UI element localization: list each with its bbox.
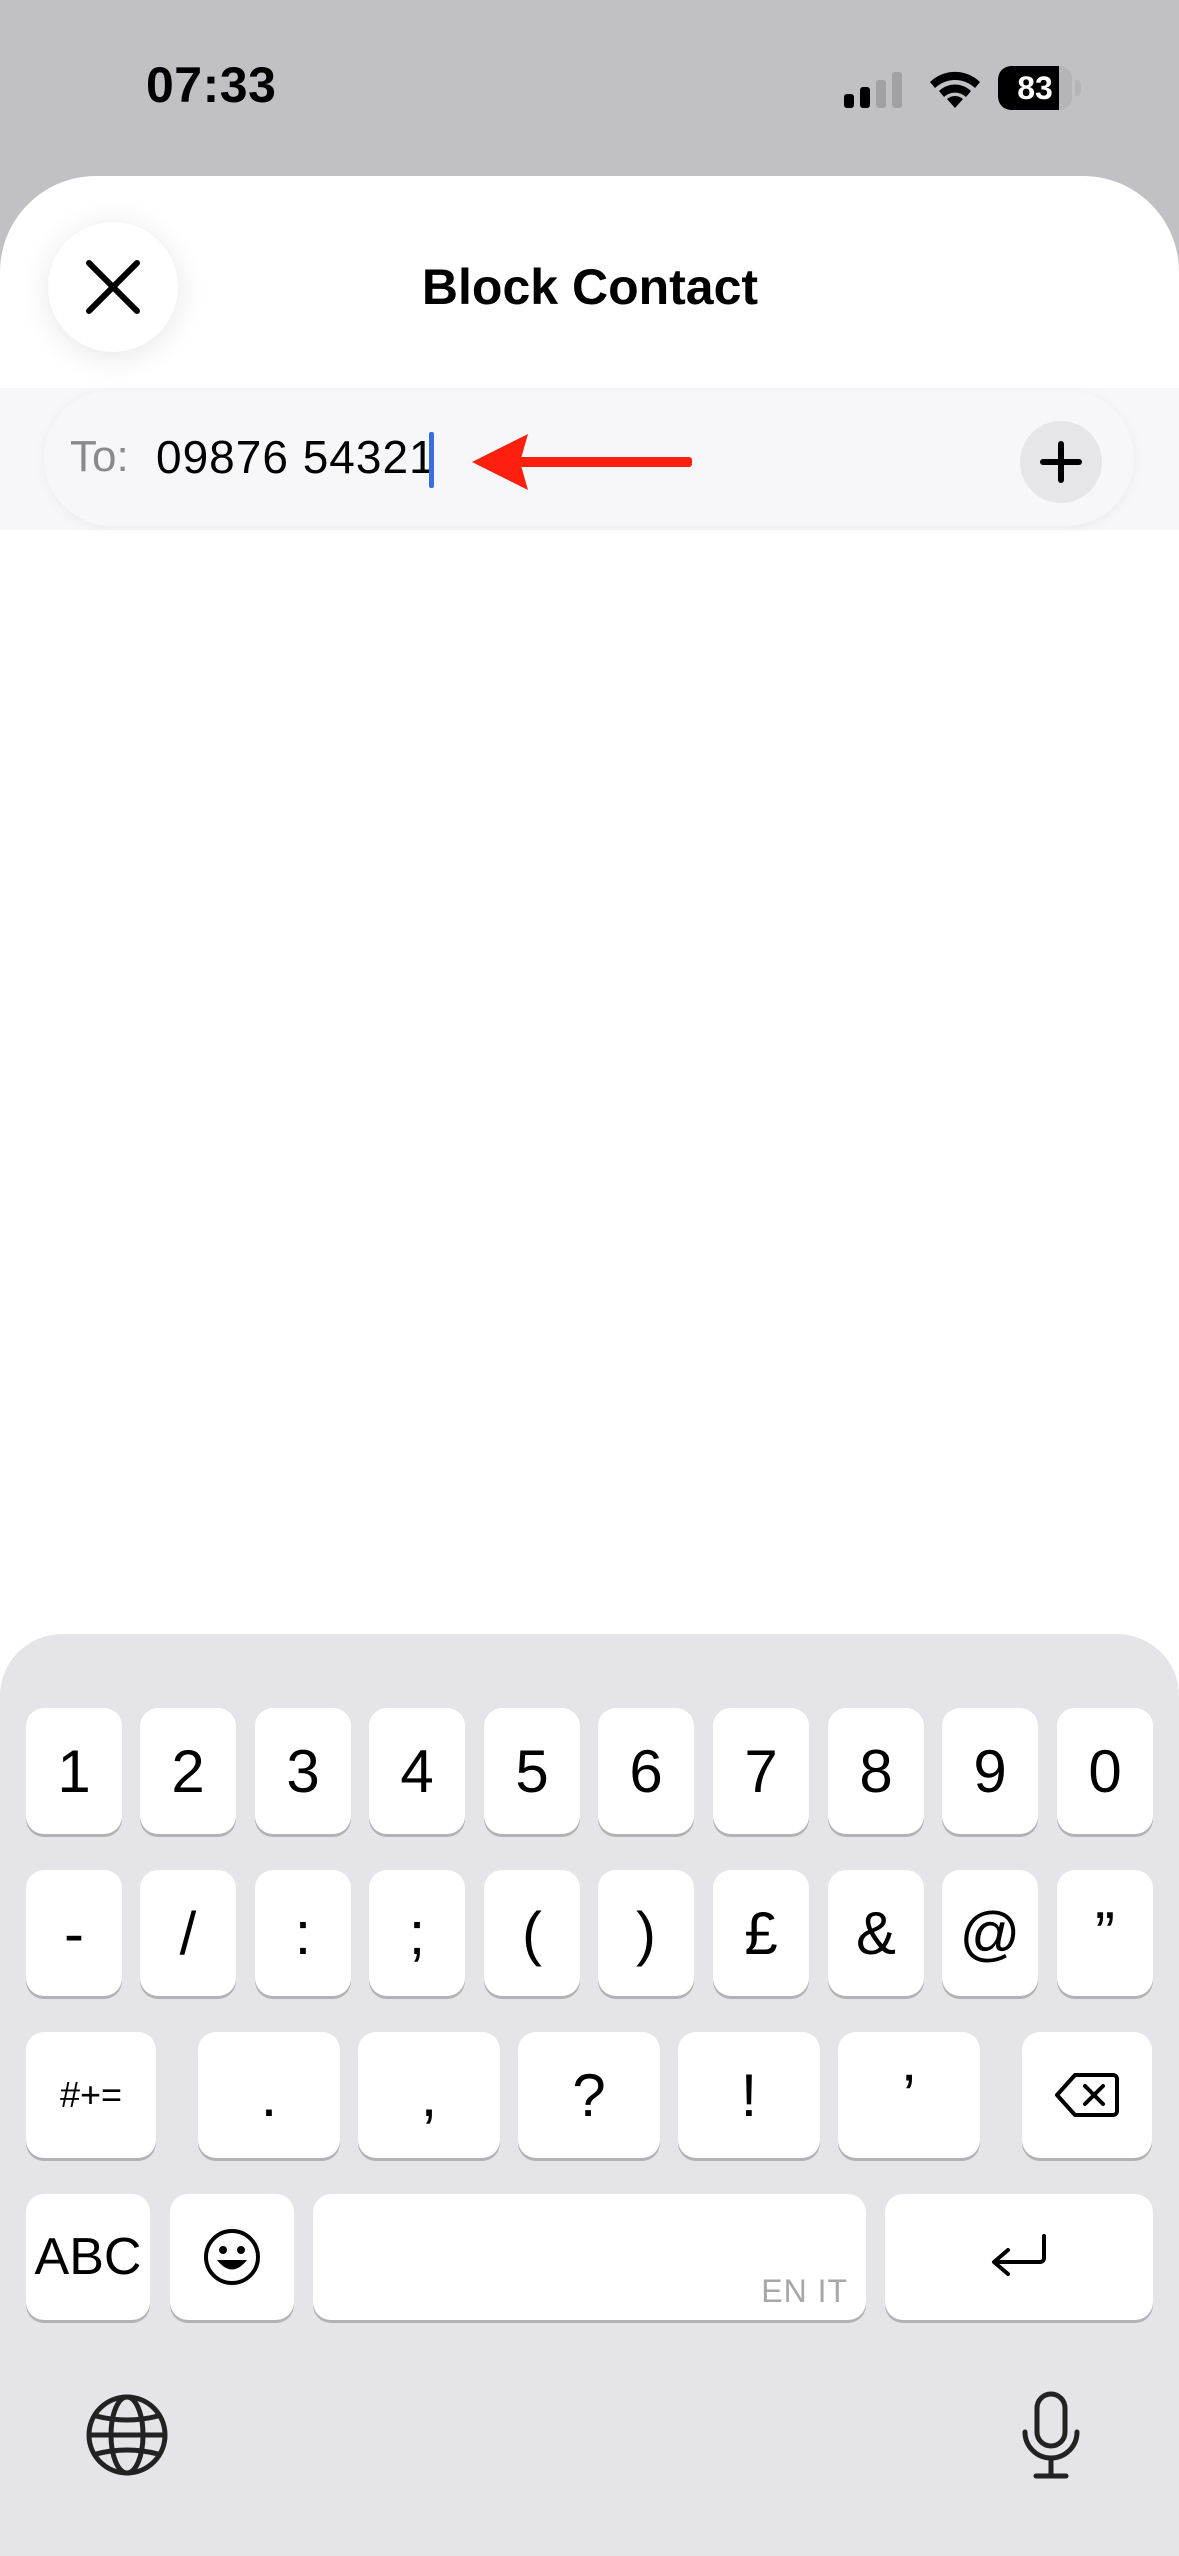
key-symbol-0-label: - xyxy=(64,1899,84,1967)
key-symbol-2[interactable]: : xyxy=(255,1870,351,1996)
symbols-toggle-key-label: #+= xyxy=(59,2074,123,2115)
key-4-label: 5 xyxy=(515,1737,549,1805)
keyboard: 1 2 3 4 5 6 7 8 9 0 - /:; () £ & @ ” #+=.,?! ’ ABC EN IT xyxy=(0,1634,1179,2556)
key-symbol-9[interactable]: ” xyxy=(1057,1870,1153,1996)
wifi-icon xyxy=(930,71,980,108)
key-3[interactable]: 4 xyxy=(369,1708,465,1834)
key-9[interactable]: 0 xyxy=(1057,1708,1153,1834)
delete-key[interactable] xyxy=(1022,2032,1152,2158)
key-punct-1-label: , xyxy=(420,2061,438,2129)
key-punct-2-label: ? xyxy=(572,2061,606,2129)
key-punct-4[interactable]: ’ xyxy=(838,2032,980,2158)
key-symbol-6-label: £ xyxy=(744,1899,778,1967)
key-symbol-6[interactable]: £ xyxy=(713,1870,809,1996)
text-cursor xyxy=(429,432,434,488)
recipient-input[interactable]: 09876 54321 xyxy=(156,430,436,484)
return-key[interactable] xyxy=(885,2194,1153,2320)
key-7[interactable]: 8 xyxy=(828,1708,924,1834)
key-2-label: 3 xyxy=(286,1737,320,1805)
to-label: To: xyxy=(70,432,129,481)
key-5-label: 6 xyxy=(629,1737,663,1805)
delete-icon xyxy=(1055,2073,1119,2117)
key-6-label: 7 xyxy=(744,1737,778,1805)
key-symbol-7[interactable]: & xyxy=(828,1870,924,1996)
key-symbol-3-label: ; xyxy=(408,1899,426,1967)
annotation-arrow-icon xyxy=(472,434,692,490)
key-3-label: 4 xyxy=(400,1737,434,1805)
key-8[interactable]: 9 xyxy=(942,1708,1038,1834)
abc-key[interactable]: ABC xyxy=(26,2194,150,2320)
key-punct-0-label: . xyxy=(260,2061,278,2129)
emoji-key[interactable] xyxy=(170,2194,294,2320)
key-4[interactable]: 5 xyxy=(484,1708,580,1834)
key-punct-3-label: ! xyxy=(740,2061,758,2129)
key-symbol-1-label: / xyxy=(179,1899,197,1967)
key-punct-1[interactable]: , xyxy=(358,2032,500,2158)
close-button[interactable] xyxy=(48,222,178,352)
key-symbol-4[interactable]: ( xyxy=(484,1870,580,1996)
status-time: 07:33 xyxy=(146,57,277,113)
microphone-icon xyxy=(1022,2391,1080,2479)
key-symbol-3[interactable]: ; xyxy=(369,1870,465,1996)
signal-icon xyxy=(844,72,902,108)
key-symbol-9-label: ” xyxy=(1095,1899,1115,1967)
key-symbol-1[interactable]: / xyxy=(140,1870,236,1996)
key-symbol-0[interactable]: - xyxy=(26,1870,122,1996)
globe-button[interactable] xyxy=(84,2392,170,2483)
key-symbol-8-label: @ xyxy=(959,1899,1021,1967)
key-9-label: 0 xyxy=(1088,1737,1122,1805)
key-0-label: 1 xyxy=(57,1737,91,1805)
key-symbol-8[interactable]: @ xyxy=(942,1870,1038,1996)
plus-icon xyxy=(1040,441,1082,483)
abc-key-label: ABC xyxy=(34,2228,142,2286)
sheet-title: Block Contact xyxy=(421,259,759,315)
close-icon xyxy=(86,260,140,314)
microphone-button[interactable] xyxy=(1018,2390,1084,2487)
key-symbol-5[interactable]: ) xyxy=(598,1870,694,1996)
key-symbol-5-label: ) xyxy=(636,1899,656,1967)
emoji-icon xyxy=(204,2229,260,2285)
battery-level: 83 xyxy=(1017,70,1053,106)
key-1[interactable]: 2 xyxy=(140,1708,236,1834)
key-punct-4-label: ’ xyxy=(902,2061,916,2129)
key-6[interactable]: 7 xyxy=(713,1708,809,1834)
key-symbol-2-label: : xyxy=(294,1899,312,1967)
key-punct-2[interactable]: ? xyxy=(518,2032,660,2158)
key-1-label: 2 xyxy=(171,1737,205,1805)
keyboard-language-hint: EN IT xyxy=(761,2273,848,2309)
symbols-toggle-key[interactable]: #+= xyxy=(26,2032,156,2158)
key-symbol-4-label: ( xyxy=(522,1899,542,1967)
key-punct-0[interactable]: . xyxy=(198,2032,340,2158)
add-contact-button[interactable] xyxy=(1020,421,1102,503)
key-symbol-7-label: & xyxy=(855,1899,897,1967)
key-7-label: 8 xyxy=(859,1737,893,1805)
key-2[interactable]: 3 xyxy=(255,1708,351,1834)
key-0[interactable]: 1 xyxy=(26,1708,122,1834)
key-punct-3[interactable]: ! xyxy=(678,2032,820,2158)
key-8-label: 9 xyxy=(973,1737,1007,1805)
globe-icon xyxy=(86,2394,168,2476)
battery-icon: 83 xyxy=(998,66,1082,110)
space-key[interactable]: EN IT xyxy=(313,2194,866,2320)
return-icon xyxy=(992,2234,1046,2276)
key-5[interactable]: 6 xyxy=(598,1708,694,1834)
